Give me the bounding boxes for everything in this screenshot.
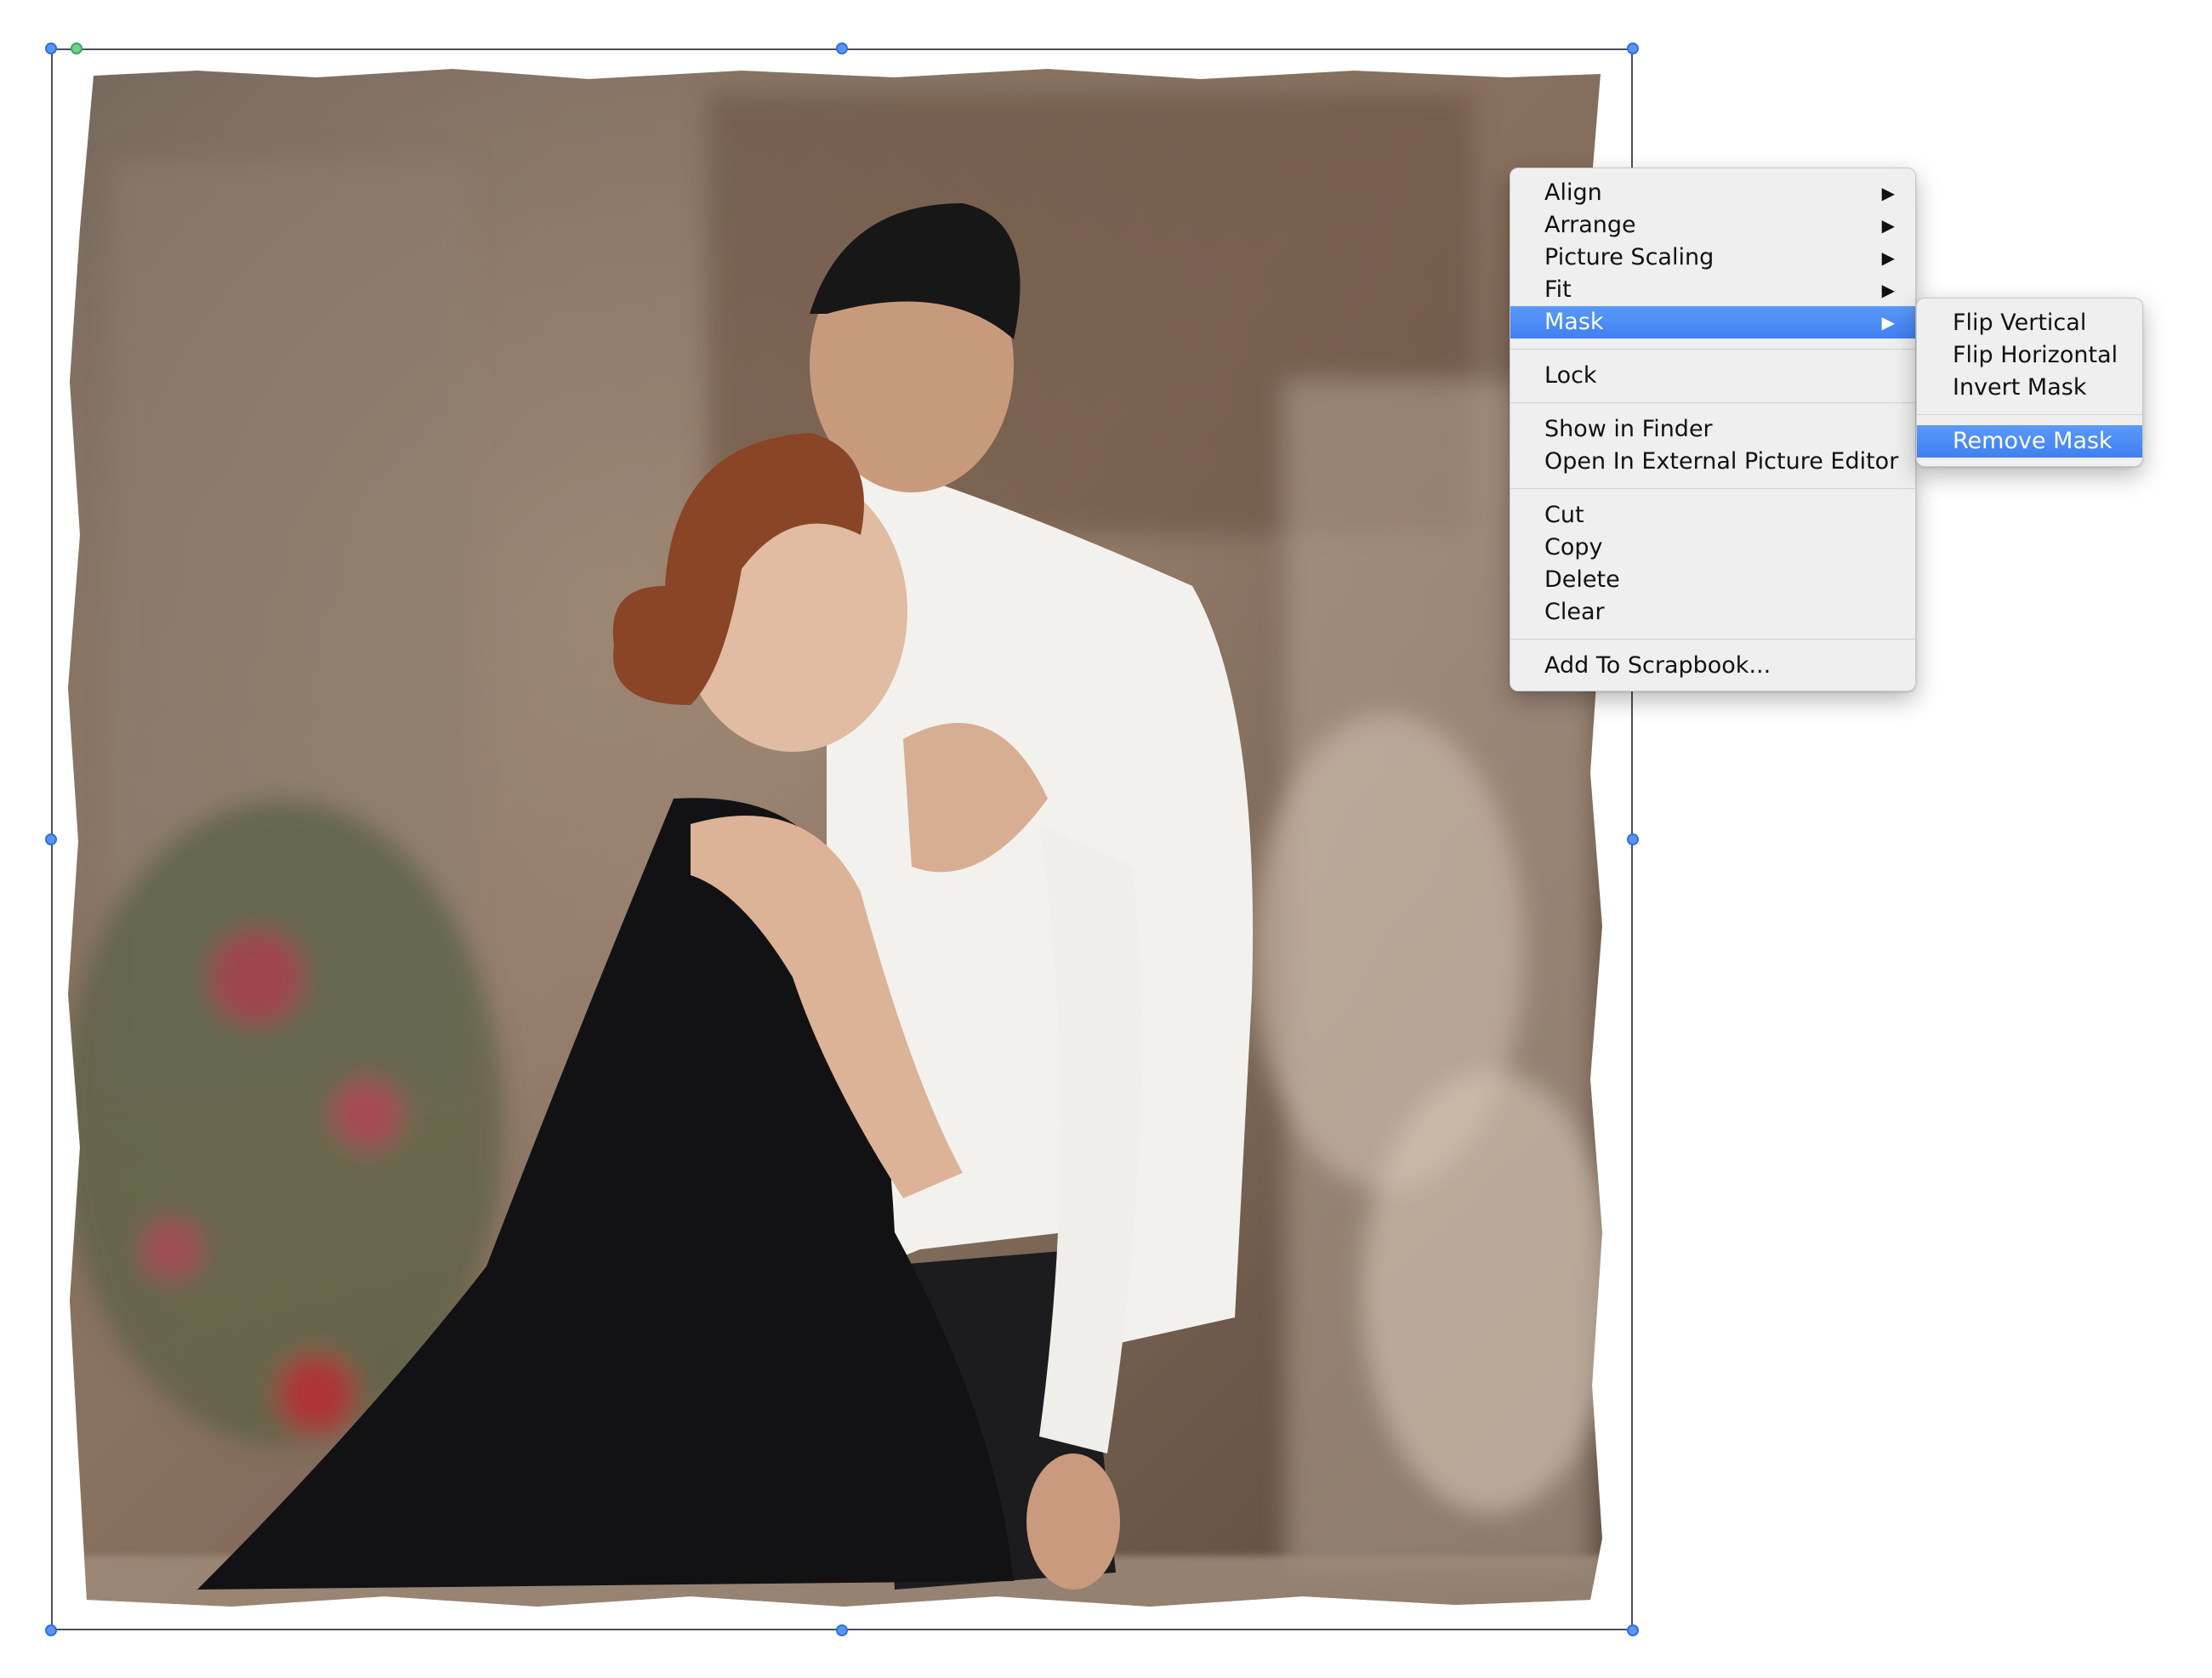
submenu-item-invert-mask[interactable]: Invert Mask [1917, 372, 2142, 404]
menu-item-label: Remove Mask [1953, 428, 2112, 454]
menu-item-label: Picture Scaling [1544, 244, 1714, 270]
resize-handle-top-left[interactable] [45, 43, 57, 54]
menu-item-cut[interactable]: Cut [1510, 499, 1915, 532]
menu-item-label: Align [1544, 179, 1602, 206]
menu-item-label: Open In External Picture Editor [1544, 448, 1899, 475]
resize-handle-right[interactable] [1627, 833, 1639, 845]
submenu-arrow-icon: ▶ [1881, 280, 1895, 300]
menu-separator [1510, 402, 1915, 403]
menu-item-label: Delete [1544, 566, 1620, 593]
menu-item-label: Fit [1544, 276, 1572, 303]
resize-handle-bottom-left[interactable] [45, 1624, 57, 1636]
menu-separator [1510, 488, 1915, 489]
menu-item-open-external-editor[interactable]: Open In External Picture Editor [1510, 446, 1915, 478]
menu-item-show-in-finder[interactable]: Show in Finder [1510, 413, 1915, 446]
menu-item-label: Flip Horizontal [1953, 342, 2118, 368]
menu-item-copy[interactable]: Copy [1510, 532, 1915, 564]
resize-handle-bottom[interactable] [836, 1624, 848, 1636]
menu-item-label: Invert Mask [1953, 374, 2087, 401]
menu-separator [1510, 349, 1915, 350]
menu-item-label: Clear [1544, 599, 1605, 625]
menu-item-lock[interactable]: Lock [1510, 360, 1915, 392]
menu-item-clear[interactable]: Clear [1510, 596, 1915, 629]
submenu-arrow-icon: ▶ [1881, 183, 1895, 203]
menu-item-label: Cut [1544, 502, 1584, 528]
resize-handle-top-right[interactable] [1627, 43, 1639, 54]
submenu-item-flip-vertical[interactable]: Flip Vertical [1917, 307, 2142, 339]
submenu-arrow-icon: ▶ [1881, 312, 1895, 333]
submenu-arrow-icon: ▶ [1881, 215, 1895, 236]
selected-picture[interactable] [45, 43, 1639, 1636]
submenu-item-flip-horizontal[interactable]: Flip Horizontal [1917, 339, 2142, 372]
menu-item-add-to-scrapbook[interactable]: Add To Scrapbook... [1510, 650, 1915, 682]
resize-handle-bottom-right[interactable] [1627, 1624, 1639, 1636]
menu-separator [1510, 639, 1915, 640]
menu-item-fit[interactable]: Fit ▶ [1510, 274, 1915, 306]
menu-separator [1917, 414, 2142, 415]
menu-item-label: Flip Vertical [1953, 310, 2087, 336]
resize-handle-left[interactable] [45, 833, 57, 845]
menu-item-label: Lock [1544, 362, 1597, 389]
menu-item-label: Mask [1544, 309, 1604, 335]
mask-submenu: Flip Vertical Flip Horizontal Invert Mas… [1916, 298, 2143, 467]
submenu-item-remove-mask[interactable]: Remove Mask [1917, 425, 2142, 458]
rotate-handle[interactable] [71, 43, 82, 54]
selection-border [51, 48, 1633, 1630]
menu-item-label: Show in Finder [1544, 416, 1713, 442]
menu-item-label: Add To Scrapbook... [1544, 652, 1771, 679]
submenu-arrow-icon: ▶ [1881, 247, 1895, 268]
menu-item-align[interactable]: Align ▶ [1510, 177, 1915, 209]
context-menu: Align ▶ Arrange ▶ Picture Scaling ▶ Fit … [1510, 168, 1916, 691]
menu-item-label: Copy [1544, 534, 1603, 560]
menu-item-delete[interactable]: Delete [1510, 564, 1915, 596]
resize-handle-top[interactable] [836, 43, 848, 54]
menu-item-mask[interactable]: Mask ▶ [1510, 306, 1915, 338]
menu-item-arrange[interactable]: Arrange ▶ [1510, 209, 1915, 242]
menu-item-label: Arrange [1544, 212, 1636, 238]
menu-item-picture-scaling[interactable]: Picture Scaling ▶ [1510, 242, 1915, 274]
